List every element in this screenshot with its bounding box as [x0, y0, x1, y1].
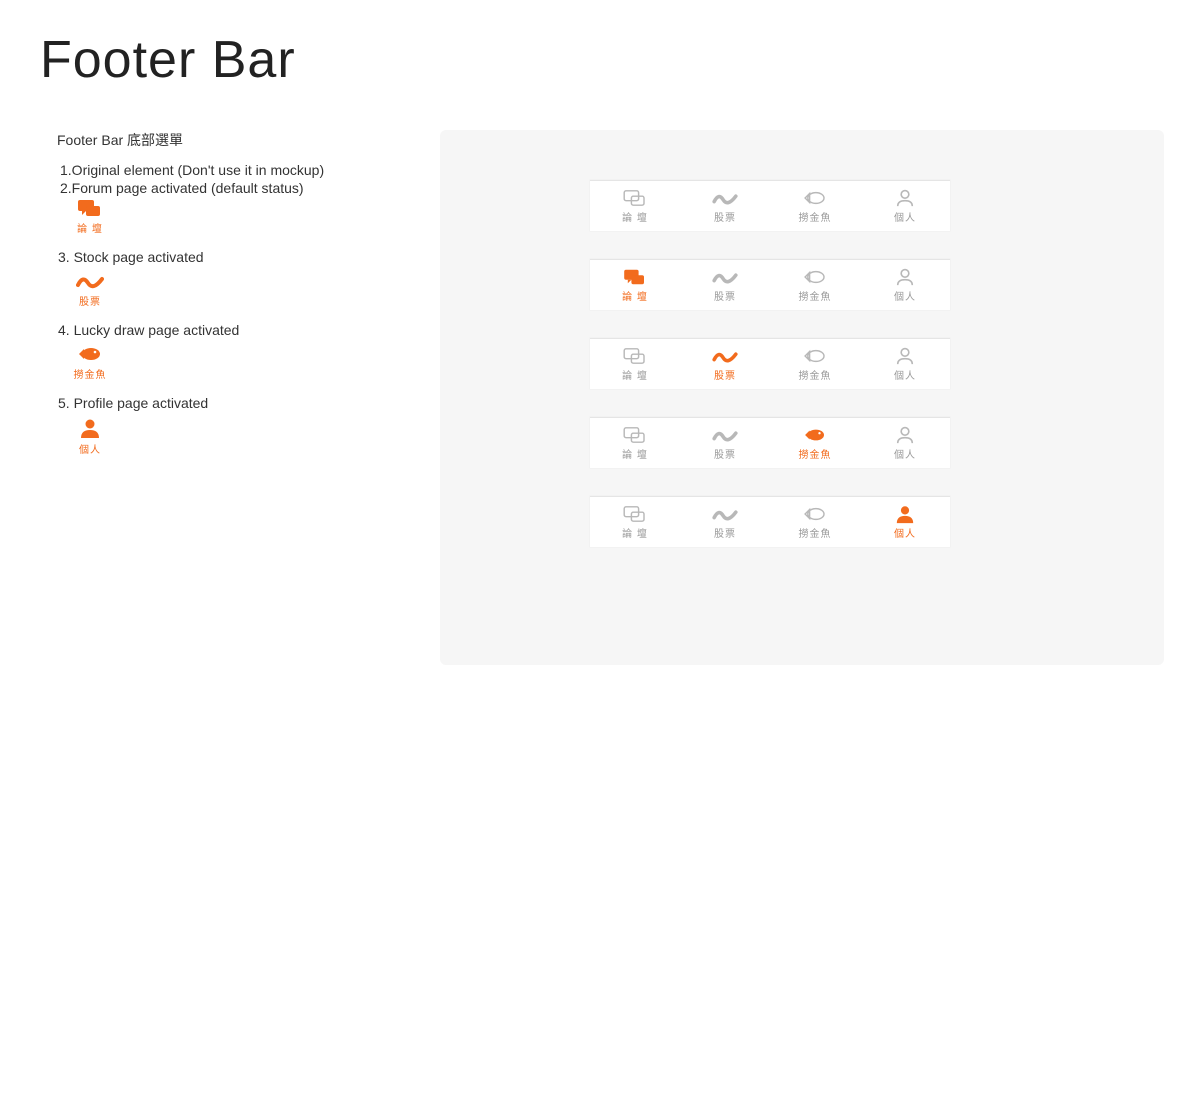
tab-label: 撈金魚: [799, 367, 832, 382]
mini-profile-active: 個人: [64, 417, 116, 456]
note-3: 3. Stock page activated: [58, 249, 420, 265]
subtitle: Footer Bar 底部選單: [57, 130, 420, 150]
mini-profile-label: 個人: [64, 441, 116, 456]
tab-profile[interactable]: 個人: [860, 418, 950, 468]
person-icon: [893, 505, 917, 523]
tab-label: 論 壇: [622, 367, 648, 382]
page-title: Footer Bar: [40, 30, 1164, 90]
legend-panel: Footer Bar 底部選單 1.Original element (Don'…: [40, 130, 440, 456]
mini-stock-label: 股票: [64, 293, 116, 308]
tab-lucky[interactable]: 撈金魚: [770, 497, 860, 547]
note-2: 2.Forum page activated (default status): [60, 180, 420, 196]
fish-icon: [64, 344, 116, 364]
person-icon: [893, 426, 917, 444]
tab-profile[interactable]: 個人: [860, 339, 950, 389]
tab-lucky[interactable]: 撈金魚: [770, 418, 860, 468]
tab-stock[interactable]: 股票: [680, 339, 770, 389]
forum-icon: [621, 268, 649, 286]
tab-label: 論 壇: [622, 446, 648, 461]
tab-label: 股票: [714, 446, 736, 461]
tab-label: 撈金魚: [799, 209, 832, 224]
fish-icon: [802, 268, 828, 286]
forum-icon: [621, 189, 649, 207]
footer-bar-profile-active: 論 壇 股票 撈金魚 個人: [590, 496, 950, 547]
mini-lucky-active: 撈金魚: [64, 344, 116, 381]
fish-icon: [802, 426, 828, 444]
fish-icon: [802, 505, 828, 523]
tab-label: 股票: [714, 209, 736, 224]
stock-icon: [711, 268, 739, 286]
footer-bar-original: 論 壇 股票 撈金魚 個人: [590, 180, 950, 231]
tab-label: 個人: [894, 367, 916, 382]
tab-label: 個人: [894, 288, 916, 303]
mini-lucky-label: 撈金魚: [64, 366, 116, 381]
mini-stock-active: 股票: [64, 271, 116, 308]
tab-label: 個人: [894, 525, 916, 540]
note-5: 5. Profile page activated: [58, 395, 420, 411]
tab-label: 撈金魚: [799, 288, 832, 303]
tab-profile[interactable]: 個人: [860, 497, 950, 547]
stock-icon: [711, 347, 739, 365]
note-1: 1.Original element (Don't use it in mock…: [60, 162, 420, 178]
tab-forum[interactable]: 論 壇: [590, 181, 680, 231]
forum-icon: [621, 347, 649, 365]
fish-icon: [802, 347, 828, 365]
tab-label: 個人: [894, 209, 916, 224]
stock-icon: [711, 426, 739, 444]
tab-label: 撈金魚: [799, 525, 832, 540]
tab-lucky[interactable]: 撈金魚: [770, 339, 860, 389]
stock-icon: [64, 271, 116, 291]
footer-bar-lucky-active: 論 壇 股票 撈金魚 個人: [590, 417, 950, 468]
tab-label: 撈金魚: [799, 446, 832, 461]
tab-stock[interactable]: 股票: [680, 260, 770, 310]
forum-icon: [621, 505, 649, 523]
note-4: 4. Lucky draw page activated: [58, 322, 420, 338]
stock-icon: [711, 189, 739, 207]
tab-forum[interactable]: 論 壇: [590, 260, 680, 310]
tab-label: 論 壇: [622, 288, 648, 303]
tab-profile[interactable]: 個人: [860, 181, 950, 231]
tab-label: 論 壇: [622, 525, 648, 540]
tab-label: 論 壇: [622, 209, 648, 224]
tab-label: 股票: [714, 525, 736, 540]
stock-icon: [711, 505, 739, 523]
tab-stock[interactable]: 股票: [680, 181, 770, 231]
forum-icon: [621, 426, 649, 444]
preview-panel: 論 壇 股票 撈金魚 個人: [440, 130, 1164, 665]
tab-label: 個人: [894, 446, 916, 461]
person-icon: [893, 189, 917, 207]
tab-stock[interactable]: 股票: [680, 418, 770, 468]
tab-stock[interactable]: 股票: [680, 497, 770, 547]
footer-bar-variants: 論 壇 股票 撈金魚 個人: [590, 180, 950, 547]
tab-profile[interactable]: 個人: [860, 260, 950, 310]
tab-forum[interactable]: 論 壇: [590, 339, 680, 389]
tab-label: 股票: [714, 367, 736, 382]
person-icon: [893, 268, 917, 286]
mini-forum-label: 論 壇: [64, 220, 116, 235]
fish-icon: [802, 189, 828, 207]
footer-bar-forum-active: 論 壇 股票 撈金魚 個人: [590, 259, 950, 310]
tab-lucky[interactable]: 撈金魚: [770, 260, 860, 310]
tab-forum[interactable]: 論 壇: [590, 497, 680, 547]
person-icon: [64, 417, 116, 439]
tab-lucky[interactable]: 撈金魚: [770, 181, 860, 231]
tab-label: 股票: [714, 288, 736, 303]
person-icon: [893, 347, 917, 365]
forum-icon: [64, 198, 116, 218]
tab-forum[interactable]: 論 壇: [590, 418, 680, 468]
mini-forum-active: 論 壇: [64, 198, 116, 235]
footer-bar-stock-active: 論 壇 股票 撈金魚 個人: [590, 338, 950, 389]
